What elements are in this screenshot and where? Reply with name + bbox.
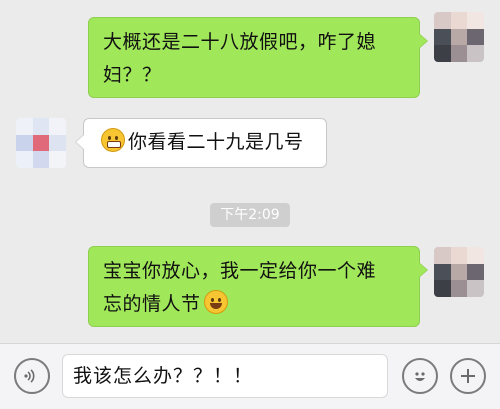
contact-avatar[interactable]	[16, 118, 66, 168]
self-avatar[interactable]	[434, 247, 484, 297]
message-bubble-sent[interactable]: 大概还是二十八放假吧，咋了媳 妇？？	[88, 17, 428, 98]
emoji-icon[interactable]	[402, 358, 438, 394]
message-text: 你看看二十九是几号	[128, 131, 304, 153]
plus-icon[interactable]	[450, 358, 486, 394]
message-text-line: 大概还是二十八放假吧，咋了媳	[103, 31, 377, 53]
grimace-emoji-icon	[101, 128, 125, 152]
timestamp: 下午2:09	[210, 203, 290, 227]
chat-input-bar: 我该怎么办？？！！	[0, 343, 500, 409]
message-text-line: 妇？？	[103, 64, 162, 86]
message-text-line: 宝宝你放心，我一定给你一个难	[103, 260, 377, 282]
self-avatar[interactable]	[434, 12, 484, 62]
message-text-line: 忘的情人节	[103, 293, 201, 315]
smile-emoji-icon	[203, 290, 228, 314]
message-bubble-received[interactable]: 你看看二十九是几号	[75, 118, 327, 168]
message-bubble-sent[interactable]: 宝宝你放心，我一定给你一个难 忘的情人节	[88, 246, 428, 327]
voice-icon[interactable]	[14, 358, 50, 394]
message-input[interactable]: 我该怎么办？？！！	[62, 354, 388, 398]
